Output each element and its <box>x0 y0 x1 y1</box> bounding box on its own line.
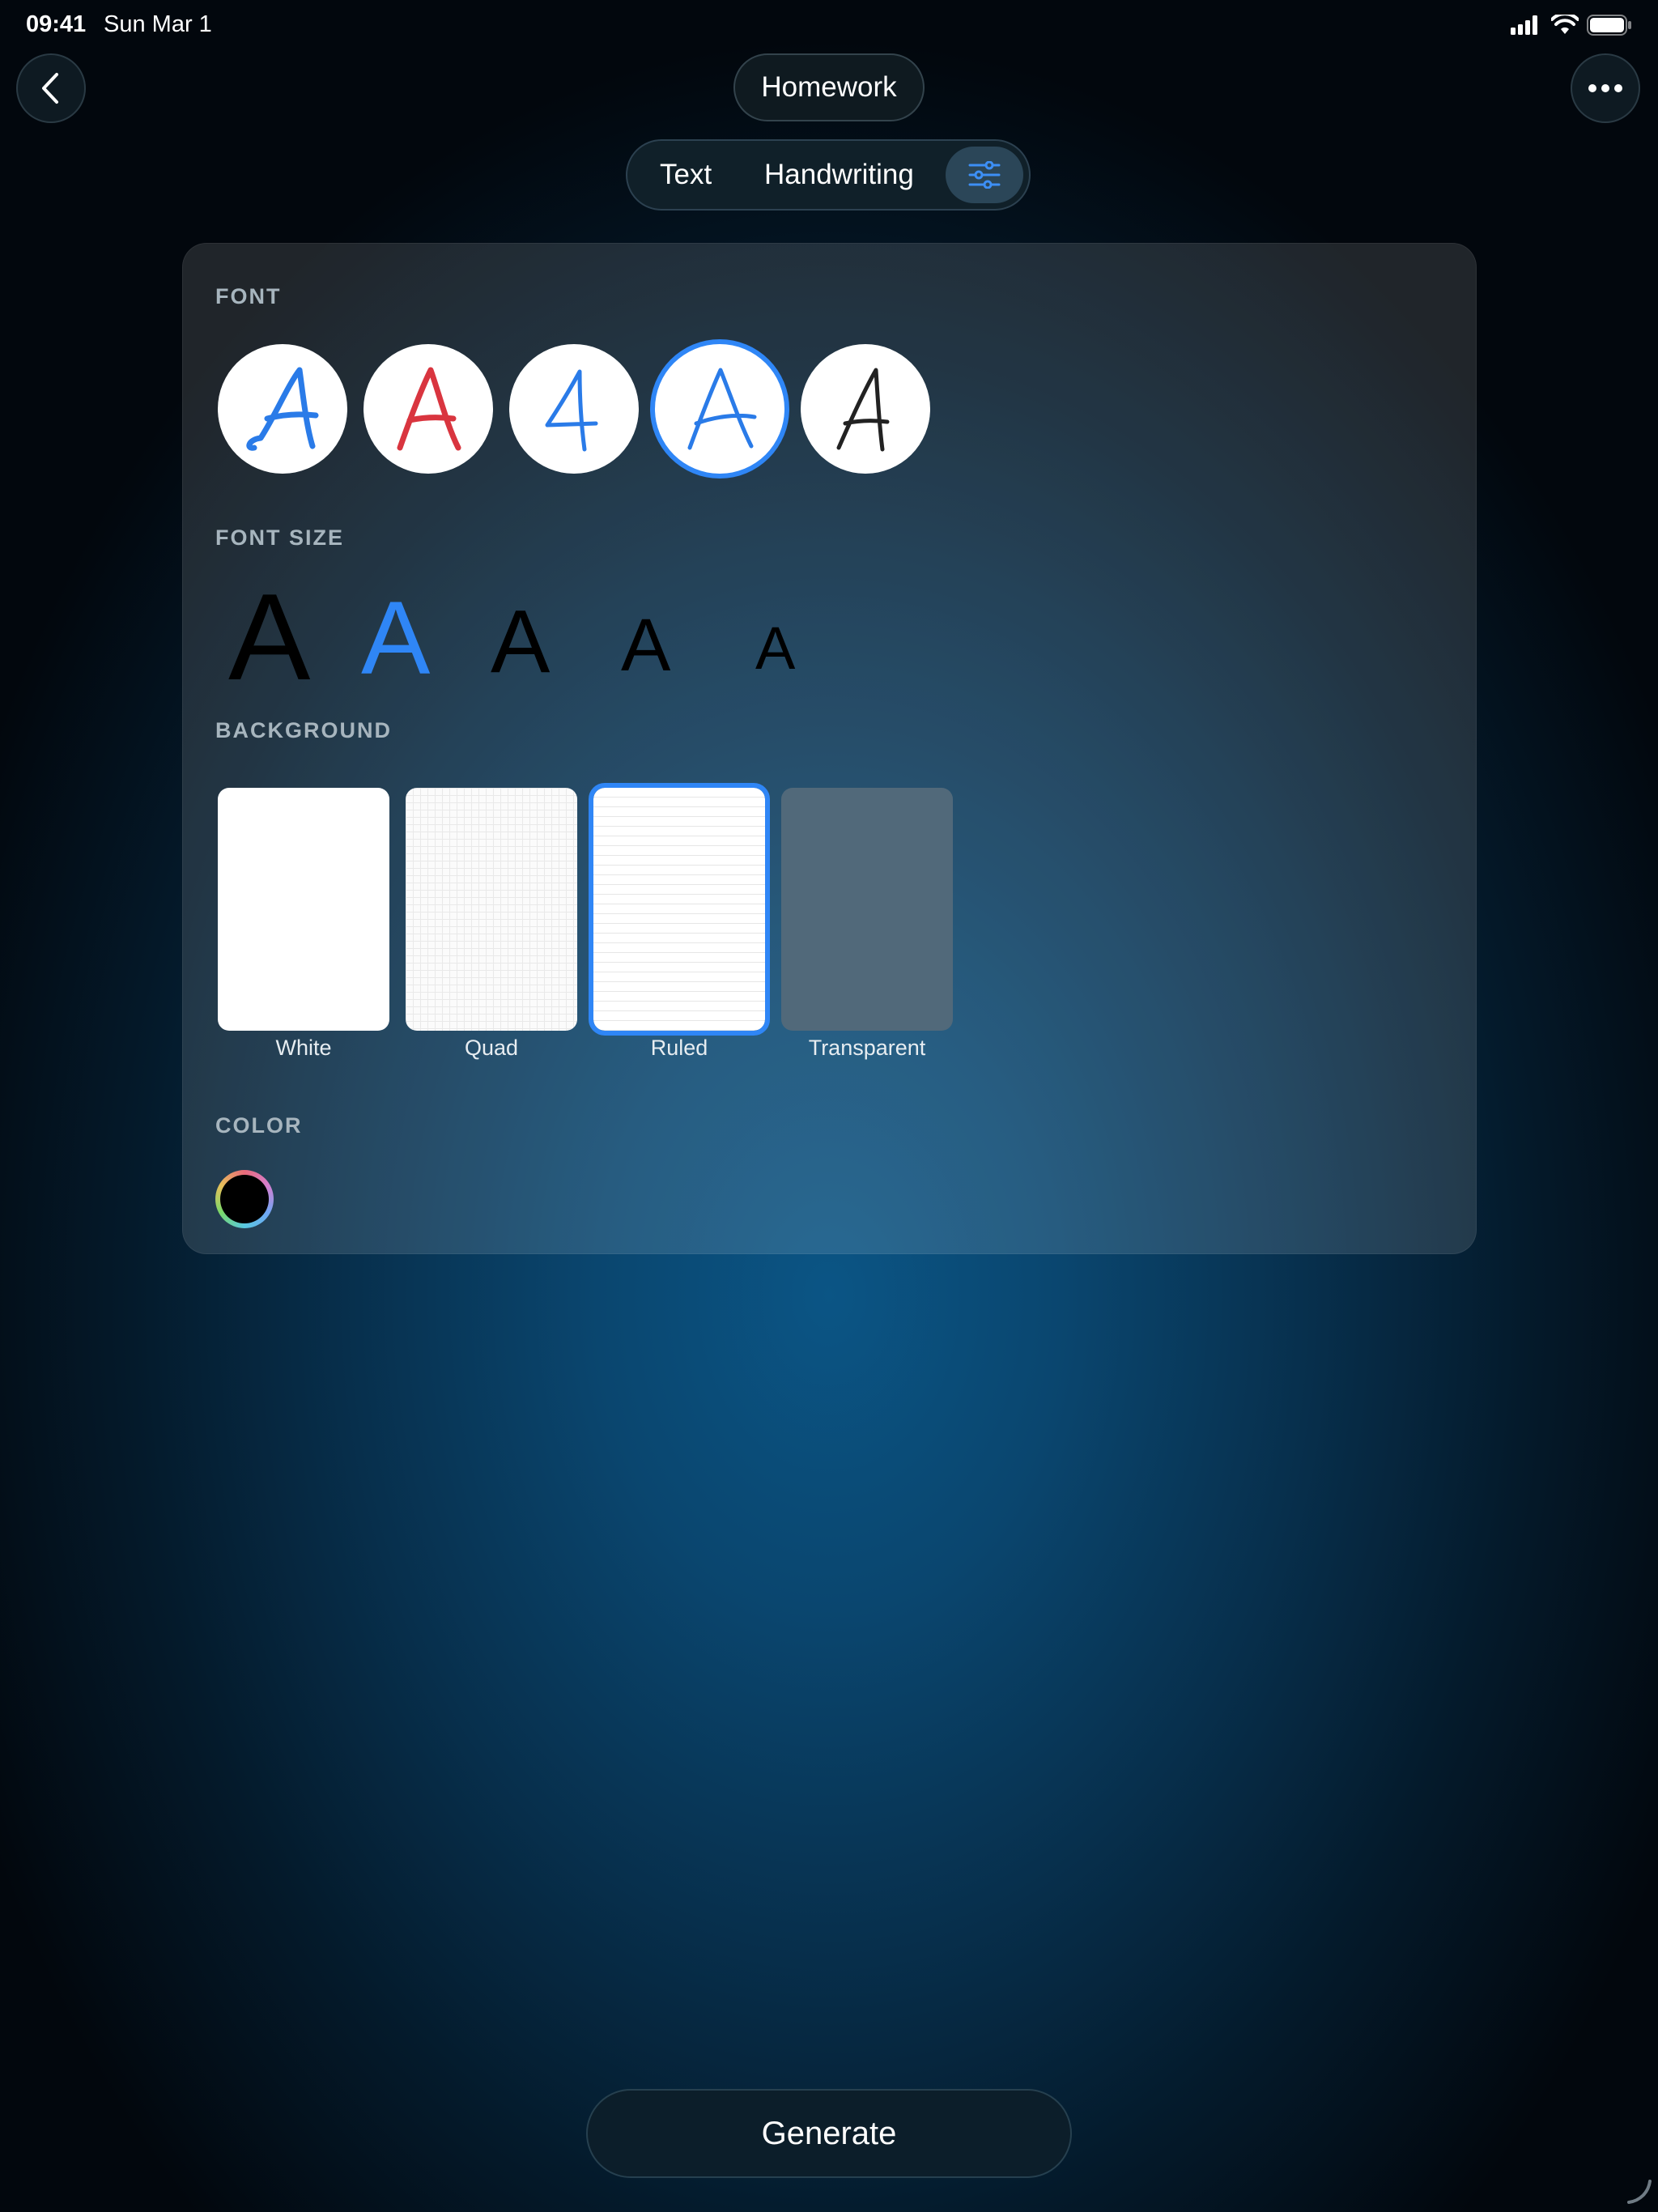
font-size-section-label: FONT SIZE <box>215 525 344 550</box>
wifi-icon <box>1551 15 1579 34</box>
background-option-label: Ruled <box>650 1036 708 1060</box>
font-size-option-xs[interactable]: A <box>755 619 795 678</box>
background-option-white[interactable] <box>218 788 389 1031</box>
sliders-icon <box>968 161 1001 189</box>
background-option-transparent[interactable] <box>781 788 953 1031</box>
background-option-quad[interactable] <box>406 788 577 1031</box>
background-option-label: Quad <box>464 1036 519 1060</box>
font-size-option-m[interactable]: A <box>491 598 550 687</box>
handwritten-a-icon <box>836 368 890 452</box>
more-button[interactable] <box>1571 53 1640 123</box>
background-section-label: BACKGROUND <box>215 718 392 742</box>
font-option-5[interactable] <box>801 344 930 474</box>
generate-button[interactable]: Generate <box>586 2089 1072 2178</box>
handwriting-settings-panel: FONT FONT SIZE A A A A A BACKGROUND Whit… <box>182 243 1477 1254</box>
handwritten-a-icon <box>687 368 757 450</box>
status-time: 09:41 <box>26 11 87 37</box>
background-option-label: Transparent <box>808 1036 926 1060</box>
font-option-4[interactable] <box>655 344 784 474</box>
ellipsis-icon <box>1588 84 1622 92</box>
color-section-label: COLOR <box>215 1113 303 1138</box>
tab-settings[interactable] <box>946 147 1023 203</box>
font-glyph-path <box>397 367 461 451</box>
generate-label: Generate <box>761 2115 897 2151</box>
font-size-glyph: A <box>755 615 796 682</box>
font-size-glyph: A <box>621 604 671 687</box>
font-size-option-l[interactable]: A <box>361 587 430 691</box>
background-option-ruled[interactable] <box>589 783 770 1036</box>
font-option-1[interactable] <box>218 344 347 474</box>
mode-segmented-control: Text Handwriting <box>626 139 1031 211</box>
cellular-signal-icon <box>1511 15 1537 35</box>
resize-handle-icon <box>1627 2180 1652 2204</box>
handwritten-a-icon <box>545 369 598 452</box>
font-option-2[interactable] <box>363 344 493 474</box>
font-glyph-path <box>687 368 757 450</box>
battery-icon <box>1587 15 1631 36</box>
tab-handwriting[interactable]: Handwriting <box>764 141 914 209</box>
status-bar: 09:41 Sun Mar 1 <box>0 0 1658 49</box>
chevron-left-icon <box>42 73 58 104</box>
font-size-glyph: A <box>361 581 431 696</box>
status-date: Sun Mar 1 <box>104 11 212 37</box>
font-option-3[interactable] <box>509 344 639 474</box>
document-title: Homework <box>761 71 897 103</box>
status-icons <box>1511 15 1632 36</box>
color-picker-button[interactable] <box>215 1170 274 1228</box>
tab-text[interactable]: Text <box>660 141 712 209</box>
background-option-label: White <box>275 1036 332 1060</box>
font-size-option-s[interactable]: A <box>621 608 670 683</box>
current-color-swatch <box>220 1175 269 1223</box>
tab-text-label: Text <box>660 159 712 190</box>
tab-handwriting-label: Handwriting <box>764 159 914 190</box>
font-size-option-xl[interactable]: A <box>228 576 310 699</box>
font-glyph-path <box>545 369 598 452</box>
handwritten-a-icon <box>246 367 319 451</box>
handwritten-a-icon <box>397 367 461 451</box>
font-size-glyph: A <box>228 568 311 706</box>
font-glyph-path <box>246 367 319 451</box>
font-size-glyph: A <box>491 592 551 691</box>
font-glyph-path <box>836 368 890 452</box>
font-section-label: FONT <box>215 284 282 308</box>
document-title-button[interactable]: Homework <box>733 53 925 121</box>
back-button[interactable] <box>16 53 86 123</box>
